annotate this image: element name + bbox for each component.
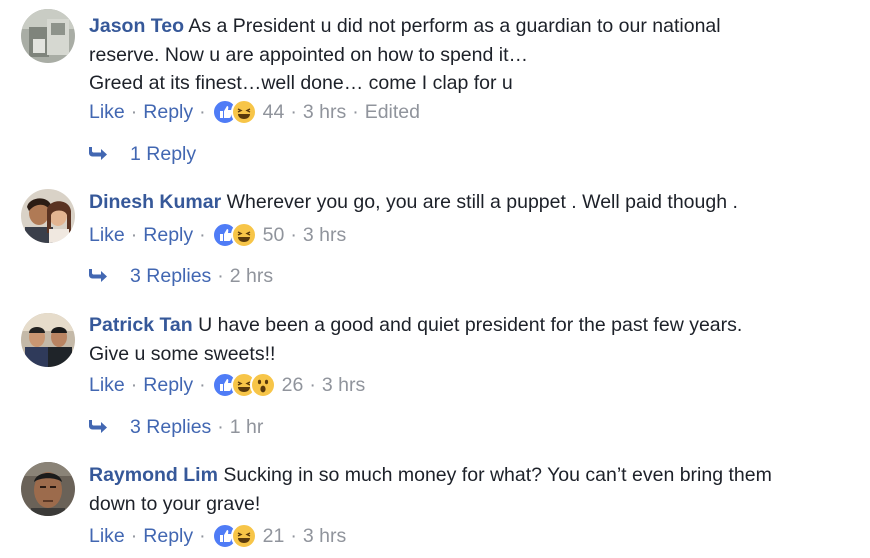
like-link[interactable]: Like	[89, 524, 125, 548]
timestamp[interactable]: 3 hrs	[303, 524, 346, 548]
replies-count[interactable]: 3 Replies	[130, 415, 211, 439]
haha-reaction-icon	[230, 523, 257, 549]
reactions[interactable]	[211, 372, 276, 398]
comment-text-line: Wherever you go, you are still a puppet …	[226, 191, 738, 213]
comment-actions: Like · Reply · 26 · 3 hrs	[89, 372, 366, 398]
avatar[interactable]	[21, 189, 75, 243]
comment-body: Jason Teo As a President u did not perfo…	[89, 12, 849, 98]
reactions[interactable]	[211, 222, 257, 248]
reactions[interactable]	[211, 99, 257, 125]
like-link[interactable]: Like	[89, 373, 125, 397]
comment-text-line: As a President u did not perform as a gu…	[188, 15, 721, 37]
reaction-count[interactable]: 26	[282, 373, 304, 397]
view-replies[interactable]: 3 Replies · 2 hrs	[86, 264, 273, 288]
comment-text-line: Give u some sweets!!	[89, 342, 276, 365]
like-link[interactable]: Like	[89, 100, 125, 124]
author-name[interactable]: Patrick Tan	[89, 314, 193, 336]
like-link[interactable]: Like	[89, 223, 125, 247]
haha-reaction-icon	[230, 222, 257, 248]
comment-text-line: Sucking in so much money for what? You c…	[223, 464, 772, 486]
comment-text-line: Greed at its finest…well done… come I cl…	[89, 72, 513, 94]
reaction-count[interactable]: 50	[263, 223, 285, 247]
avatar[interactable]	[21, 9, 75, 63]
comment-actions: Like · Reply · 44 · 3 hrs · Edited	[89, 99, 420, 125]
replies-count[interactable]: 1 Reply	[130, 142, 196, 166]
timestamp[interactable]: 3 hrs	[322, 373, 365, 397]
reply-link[interactable]: Reply	[143, 223, 193, 247]
comment-actions: Like · Reply · 21 · 3 hrs	[89, 523, 347, 549]
reply-link[interactable]: Reply	[143, 100, 193, 124]
reaction-count[interactable]: 21	[263, 524, 285, 548]
reply-link[interactable]: Reply	[143, 524, 193, 548]
timestamp[interactable]: 3 hrs	[303, 100, 346, 124]
comment-body: Patrick Tan U have been a good and quiet…	[89, 311, 849, 368]
view-replies[interactable]: 3 Replies · 1 hr	[86, 415, 263, 439]
reply-arrow-icon	[89, 147, 107, 160]
comment-text-line: reserve. Now u are appointed on how to s…	[89, 43, 529, 66]
author-name[interactable]: Raymond Lim	[89, 464, 218, 486]
comment-text-line: down to your grave!	[89, 492, 261, 515]
reactions[interactable]	[211, 523, 257, 549]
replies-time[interactable]: 1 hr	[230, 415, 264, 439]
reply-link[interactable]: Reply	[143, 373, 193, 397]
view-replies[interactable]: 1 Reply	[86, 142, 196, 166]
comment-body: Raymond Lim Sucking in so much money for…	[89, 461, 849, 518]
replies-count[interactable]: 3 Replies	[130, 264, 211, 288]
comment-text-line: U have been a good and quiet president f…	[198, 314, 743, 336]
edited-label[interactable]: Edited	[365, 100, 420, 124]
reaction-count[interactable]: 44	[263, 100, 285, 124]
avatar[interactable]	[21, 313, 75, 367]
comment-actions: Like · Reply · 50 · 3 hrs	[89, 222, 347, 248]
author-name[interactable]: Jason Teo	[89, 15, 184, 37]
author-name[interactable]: Dinesh Kumar	[89, 191, 221, 213]
avatar[interactable]	[21, 462, 75, 516]
comment-body: Dinesh Kumar Wherever you go, you are st…	[89, 188, 849, 217]
haha-reaction-icon	[230, 99, 257, 125]
reply-arrow-icon	[89, 420, 107, 433]
replies-time[interactable]: 2 hrs	[230, 264, 273, 288]
reply-arrow-icon	[89, 269, 107, 282]
timestamp[interactable]: 3 hrs	[303, 223, 346, 247]
wow-reaction-icon	[249, 372, 276, 398]
